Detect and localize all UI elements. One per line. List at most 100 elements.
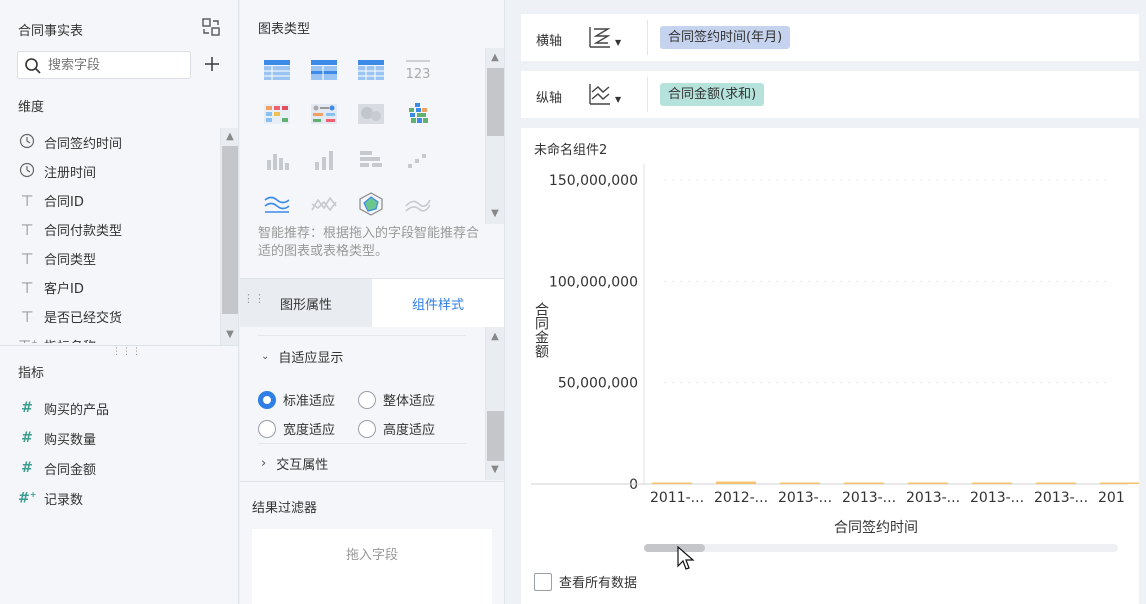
add-field-icon[interactable] [203, 55, 221, 73]
column-chart-icon[interactable] [309, 148, 339, 172]
radio-standard[interactable]: 标准适应 [258, 390, 335, 409]
bar-chart-icon[interactable] [262, 148, 292, 172]
dimension-scrollbar[interactable]: ▲ ▼ [220, 128, 238, 345]
bar [652, 482, 692, 484]
radar-chart-icon[interactable] [356, 192, 386, 216]
radio-unchecked-icon [358, 419, 376, 438]
dimension-field[interactable]: ⊤ 合同类型 [0, 244, 220, 273]
bar [972, 482, 1012, 484]
group-table-icon[interactable] [309, 58, 339, 82]
view-all-checkbox[interactable]: 查看所有数据 [534, 572, 637, 591]
area-line-icon[interactable] [403, 192, 433, 216]
colored-table-icon[interactable] [262, 102, 292, 126]
switch-table-icon[interactable] [201, 17, 221, 37]
interaction-section-header[interactable]: › 交互属性 [261, 454, 328, 473]
x-tick-label: 2013-... [1034, 490, 1088, 506]
scroll-up-icon[interactable]: ▲ [222, 129, 238, 145]
text-type-icon: ⊤ [20, 278, 34, 297]
multi-line-icon[interactable] [262, 192, 292, 216]
chart-area: 横轴 ▼ 合同签约时间(年月) 纵轴 ▼ 合同金额(求和) 未命名组件2 150… [506, 0, 1146, 604]
divider [647, 20, 648, 55]
adaptive-label: 自适应显示 [278, 351, 344, 366]
kpi-number-icon[interactable]: 123 [403, 58, 433, 82]
scroll-thumb[interactable] [644, 544, 705, 552]
scroll-up-icon[interactable]: ▲ [487, 50, 503, 66]
dimension-field[interactable]: ⊤+ 指标名称 [0, 331, 220, 344]
radio-width[interactable]: 宽度适应 [258, 419, 335, 438]
smart-hint: 智能推荐：根据拖入的字段智能推荐合适的图表或表格类型。 [258, 226, 480, 259]
style-scrollbar[interactable]: ▲ ▼ [485, 327, 504, 480]
stacked-dot-icon[interactable] [403, 102, 433, 126]
horizontal-bar-icon[interactable] [356, 148, 386, 172]
y-tick-label: 150,000,000 [549, 173, 638, 189]
chart-type-grid: 123 [258, 52, 486, 227]
dimension-list: 合同签约时间注册时间⊤合同ID⊤合同付款类型⊤合同类型⊤客户ID⊤是否已经交货⊤… [0, 128, 220, 343]
dimension-field[interactable]: ⊤ 是否已经交货 [0, 302, 220, 331]
field-label: 合同签约时间 [44, 137, 123, 152]
scatter-step-icon[interactable] [403, 148, 433, 172]
cross-table-icon[interactable] [356, 58, 386, 82]
text-type-icon: ⊤ [20, 307, 34, 326]
filter-drop-zone[interactable]: 拖入字段 [252, 529, 492, 604]
checkbox-icon [534, 572, 552, 591]
scroll-up-icon[interactable]: ▲ [487, 329, 503, 345]
metric-field[interactable]: #+ 记录数 [0, 483, 238, 513]
x-tick-label: 2011-... [650, 490, 704, 506]
x-axis-title: 合同签约时间 [834, 519, 918, 536]
radio-checked-icon [258, 390, 276, 409]
view-all-label: 查看所有数据 [559, 576, 638, 591]
y-axis-field-pill[interactable]: 合同金额(求和) [660, 83, 765, 106]
adaptive-section-header[interactable]: ⌄ 自适应显示 [261, 347, 343, 366]
x-axis-icon [589, 27, 611, 48]
scroll-down-icon[interactable]: ▼ [222, 327, 238, 343]
calc-text-icon: ⊤+ [18, 337, 38, 344]
scroll-thumb[interactable] [487, 68, 504, 136]
hash-icon: # [21, 430, 33, 446]
dimension-field[interactable]: ⊤ 客户ID [0, 273, 220, 302]
resize-handle[interactable]: ⋮⋮⋮ [112, 347, 142, 357]
list-card-icon[interactable] [309, 102, 339, 126]
radio-label: 标准适应 [283, 394, 336, 409]
table-chart-icon[interactable] [262, 58, 292, 82]
radio-label: 宽度适应 [283, 423, 336, 438]
drag-handle[interactable]: ⋮⋮ [243, 293, 265, 304]
tab-component-style[interactable]: 组件样式 [372, 279, 504, 327]
hash-icon: #+ [18, 489, 37, 507]
dimension-field[interactable]: ⊤ 合同ID [0, 186, 220, 215]
search-box[interactable] [17, 51, 191, 79]
scroll-thumb[interactable] [222, 146, 238, 314]
x-axis-type-selector[interactable]: ▼ [588, 25, 621, 49]
scroll-down-icon[interactable]: ▼ [487, 206, 503, 222]
y-axis-type-selector[interactable]: ▼ [588, 82, 621, 106]
metric-field[interactable]: # 合同金额 [0, 453, 238, 483]
heat-map-icon[interactable] [356, 102, 386, 126]
bar [716, 481, 756, 484]
metric-field[interactable]: # 购买的产品 [0, 393, 238, 423]
scroll-thumb[interactable] [487, 411, 504, 461]
line-chart-icon[interactable] [309, 192, 339, 216]
widget-title: 未命名组件2 [534, 143, 608, 158]
metric-field[interactable]: # 购买数量 [0, 423, 238, 453]
dimension-field[interactable]: ⊤ 合同付款类型 [0, 215, 220, 244]
chart-h-scrollbar[interactable] [644, 544, 1118, 552]
dimension-field[interactable]: 注册时间 [0, 157, 220, 186]
radio-label: 整体适应 [383, 394, 436, 409]
x-tick-label: 201 [1098, 490, 1125, 506]
chart-type-scrollbar[interactable]: ▲ ▼ [485, 48, 504, 224]
radio-height[interactable]: 高度适应 [358, 419, 435, 438]
radio-whole[interactable]: 整体适应 [358, 390, 435, 409]
bar [780, 482, 820, 484]
field-label: 合同ID [44, 195, 84, 210]
bar [908, 482, 948, 484]
mouse-cursor-icon [677, 545, 695, 576]
x-axis-field-pill[interactable]: 合同签约时间(年月) [660, 26, 791, 49]
field-label: 记录数 [44, 492, 84, 508]
metrics-label: 指标 [18, 366, 45, 381]
dimension-field[interactable]: 合同签约时间 [0, 128, 220, 157]
divider [258, 443, 466, 444]
hash-icon: # [21, 400, 33, 416]
drop-hint: 拖入字段 [345, 548, 398, 563]
search-input[interactable] [48, 55, 186, 75]
y-tick-label: 100,000,000 [549, 274, 638, 290]
scroll-down-icon[interactable]: ▼ [487, 462, 503, 478]
